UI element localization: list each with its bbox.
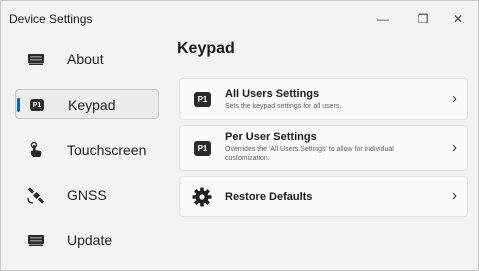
selection-indicator [17,98,20,112]
minimize-button[interactable]: — [363,5,403,33]
sidebar-item-touchscreen[interactable]: Touchscreen [15,135,159,165]
card-title: Per User Settings [225,131,317,143]
page-title: Keypad [177,40,235,57]
chevron-right-icon: › [452,90,457,107]
satellite-icon [27,186,45,204]
sidebar-item-update[interactable]: Update [15,225,159,255]
sidebar-item-label: Touchscreen [67,142,147,158]
close-button[interactable]: ✕ [438,5,478,33]
sidebar-item-label: About [67,51,104,67]
sidebar-item-keypad[interactable]: P1 Keypad [15,89,159,119]
card-description: Overrides the 'All Users Settings' to al… [225,146,394,162]
gear-icon [192,187,212,207]
title-bar: Device Settings — ❐ ✕ [1,1,478,35]
chevron-right-icon: › [452,139,457,156]
window-title: Device Settings [9,12,93,26]
sidebar-item-label: Keypad [68,97,116,113]
minimize-icon: — [377,12,389,26]
chevron-right-icon: › [452,187,457,204]
sidebar-item-about[interactable]: About [15,44,159,74]
close-icon: ✕ [452,12,464,26]
p1-key-icon: P1 [194,141,211,156]
sidebar-item-gnss[interactable]: GNSS [15,180,159,210]
sidebar-item-label: GNSS [67,187,107,203]
card-description: Sets the keypad settings for all users. [225,103,342,110]
p1-key-icon: P1 [194,92,211,107]
card-title: Restore Defaults [225,191,313,203]
touch-hand-icon [27,141,45,158]
sidebar-item-label: Update [67,232,113,248]
device-settings-window: Device Settings — ❐ ✕ About P1 Keypad To… [0,0,479,271]
keyboard-icon [27,232,45,248]
maximize-icon: ❐ [417,12,429,26]
restore-defaults-card[interactable]: Restore Defaults › [179,176,468,217]
keyboard-icon [27,51,45,67]
per-user-settings-card[interactable]: P1 Per User Settings Overrides the 'All … [179,125,468,171]
p1-key-icon: P1 [28,97,46,113]
card-title: All Users Settings [225,88,320,100]
all-users-settings-card[interactable]: P1 All Users Settings Sets the keypad se… [179,78,468,120]
maximize-button[interactable]: ❐ [403,5,443,33]
